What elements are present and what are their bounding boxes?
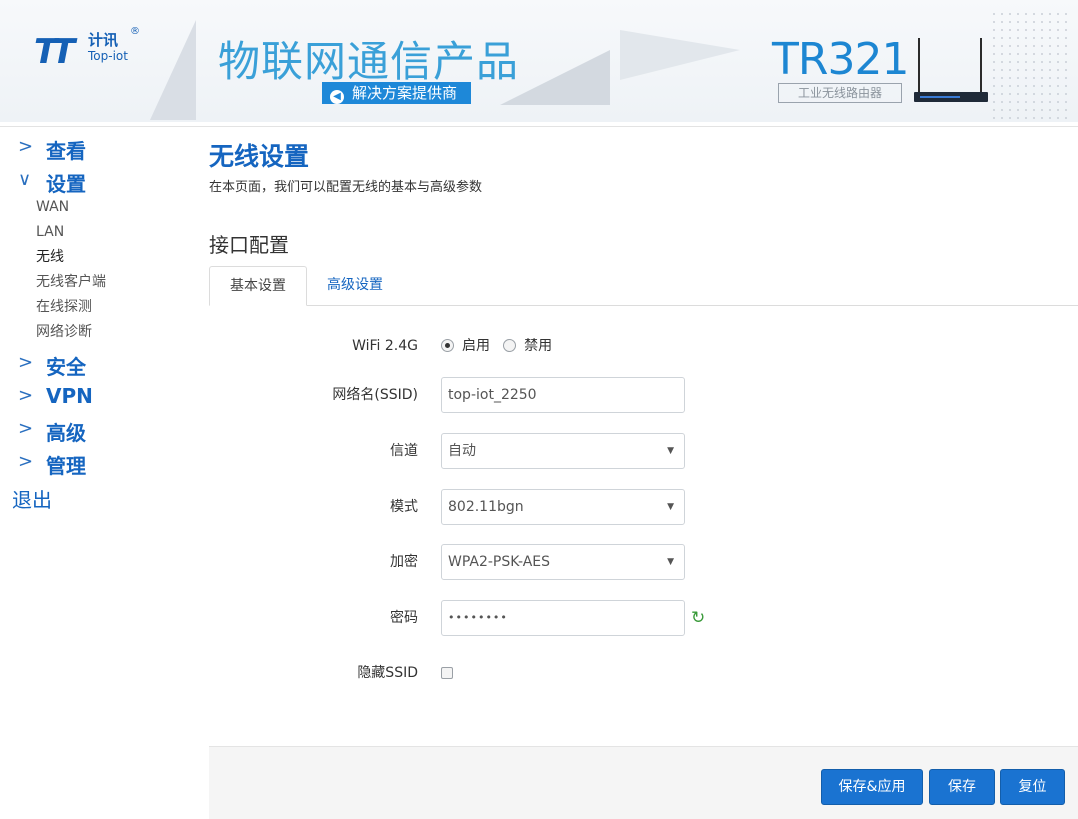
sidebar-group-settings[interactable]: ∨ 设置 bbox=[0, 165, 190, 198]
tab-advanced-settings[interactable]: 高级设置 bbox=[327, 266, 383, 306]
logo-english-name: Top-iot bbox=[88, 49, 128, 63]
chevron-right-icon: > bbox=[18, 385, 34, 406]
channel-row: 信道 自动 ▼ bbox=[209, 433, 1078, 469]
sidebar-item-wireless-client[interactable]: 无线客户端 bbox=[36, 273, 190, 298]
ssid-row: 网络名(SSID) top-iot_2250 bbox=[209, 377, 1078, 413]
encryption-select[interactable]: WPA2-PSK-AES ▼ bbox=[441, 544, 685, 580]
encryption-row: 加密 WPA2-PSK-AES ▼ bbox=[209, 544, 1078, 580]
sidebar-item-network-diagnosis[interactable]: 网络诊断 bbox=[36, 323, 190, 348]
sidebar-group-label: 设置 bbox=[46, 172, 86, 196]
channel-select[interactable]: 自动 ▼ bbox=[441, 433, 685, 469]
wifi-disable-label: 禁用 bbox=[524, 338, 553, 354]
logout-link[interactable]: 退出 bbox=[12, 484, 190, 513]
tagline-text: 解决方案提供商 bbox=[352, 84, 458, 102]
sidebar-group-label: 高级 bbox=[46, 421, 86, 445]
encryption-value: WPA2-PSK-AES bbox=[448, 554, 551, 570]
product-type: 工业无线路由器 bbox=[778, 83, 902, 103]
chevron-down-icon: ▼ bbox=[667, 502, 674, 512]
page-description: 在本页面，我们可以配置无线的基本与高级参数 bbox=[209, 180, 483, 195]
hide-ssid-checkbox[interactable] bbox=[441, 667, 453, 679]
sidebar-item-online-detect[interactable]: 在线探测 bbox=[36, 298, 190, 323]
wifi-enable-radio[interactable] bbox=[441, 339, 454, 352]
mode-select[interactable]: 802.11bgn ▼ bbox=[441, 489, 685, 525]
sidebar-group-view[interactable]: > 查看 bbox=[0, 132, 190, 165]
ssid-label: 网络名(SSID) bbox=[332, 387, 418, 403]
encryption-label: 加密 bbox=[390, 554, 418, 570]
sidebar-group-vpn[interactable]: > VPN bbox=[0, 381, 190, 414]
sidebar-group-label: 安全 bbox=[46, 355, 86, 379]
sidebar-group-security[interactable]: > 安全 bbox=[0, 348, 190, 381]
mode-value: 802.11bgn bbox=[448, 499, 524, 515]
password-input[interactable]: •••••••• bbox=[441, 600, 685, 636]
chevron-right-icon: > bbox=[18, 136, 34, 157]
sidebar-group-label: VPN bbox=[46, 384, 93, 408]
channel-label: 信道 bbox=[390, 443, 418, 459]
sidebar-item-wireless[interactable]: 无线 bbox=[36, 248, 190, 273]
sidebar-item-wan[interactable]: WAN bbox=[36, 198, 190, 223]
logo-chinese-name: 计讯 bbox=[88, 31, 119, 49]
decor-triangle-left bbox=[150, 20, 196, 120]
chevron-down-icon: ▼ bbox=[667, 446, 674, 456]
logo-mark-icon: TT bbox=[34, 32, 75, 72]
sidebar-group-advanced[interactable]: > 高级 bbox=[0, 414, 190, 447]
wifi-disable-radio[interactable] bbox=[503, 339, 517, 352]
channel-value: 自动 bbox=[448, 443, 476, 459]
wifi-row: WiFi 2.4G 启用 禁用 bbox=[209, 328, 1078, 364]
tab-basic-settings[interactable]: 基本设置 bbox=[209, 266, 307, 306]
password-row: 密码 •••••••• ↻ bbox=[209, 600, 1078, 636]
mode-row: 模式 802.11bgn ▼ bbox=[209, 489, 1078, 525]
sidebar-group-label: 管理 bbox=[46, 454, 86, 478]
chevron-right-icon: > bbox=[18, 418, 34, 439]
chevron-down-icon: ∨ bbox=[18, 169, 32, 190]
hide-ssid-row: 隐藏SSID bbox=[209, 655, 1078, 691]
wifi-enable-label: 启用 bbox=[462, 338, 490, 354]
wifi-radio-group: 启用 禁用 bbox=[441, 328, 560, 364]
password-label: 密码 bbox=[390, 610, 418, 626]
refresh-reveal-icon[interactable]: ↻ bbox=[691, 609, 705, 627]
play-icon: ◀ bbox=[330, 90, 344, 104]
main-content: 无线设置 在本页面，我们可以配置无线的基本与高级参数 接口配置 基本设置 高级设… bbox=[209, 140, 1078, 681]
banner-divider bbox=[0, 126, 1078, 127]
reset-button[interactable]: 复位 bbox=[1000, 769, 1065, 805]
page-title: 无线设置 bbox=[209, 142, 310, 171]
chevron-right-icon: > bbox=[18, 352, 34, 373]
sidebar-group-management[interactable]: > 管理 bbox=[0, 447, 190, 480]
decor-triangle-right bbox=[620, 30, 740, 80]
sidebar-group-label: 查看 bbox=[46, 139, 86, 163]
decor-dots bbox=[990, 10, 1070, 120]
section-title: 接口配置 bbox=[209, 233, 289, 257]
wifi-label: WiFi 2.4G bbox=[352, 338, 418, 354]
settings-submenu: WAN LAN 无线 无线客户端 在线探测 网络诊断 bbox=[36, 198, 190, 348]
header-banner: TT 计讯 ® Top-iot 物联网通信产品 ◀ 解决方案提供商 TR321 工… bbox=[0, 0, 1078, 122]
router-image-icon bbox=[914, 38, 988, 104]
save-button[interactable]: 保存 bbox=[929, 769, 995, 805]
sidebar-nav: > 查看 ∨ 设置 WAN LAN 无线 无线客户端 在线探测 网络诊断 > 安… bbox=[0, 132, 190, 513]
sidebar-item-lan[interactable]: LAN bbox=[36, 223, 190, 248]
product-model: TR321 bbox=[772, 34, 909, 85]
brand-logo: TT 计讯 ® Top-iot bbox=[34, 26, 144, 74]
banner-headline: 物联网通信产品 bbox=[218, 37, 520, 86]
chevron-down-icon: ▼ bbox=[667, 557, 674, 567]
banner-tagline: ◀ 解决方案提供商 bbox=[322, 82, 472, 104]
save-apply-button[interactable]: 保存&应用 bbox=[821, 769, 923, 805]
hide-ssid-label: 隐藏SSID bbox=[357, 665, 418, 681]
mode-label: 模式 bbox=[390, 499, 418, 515]
action-bar: 保存&应用 保存 复位 bbox=[209, 746, 1078, 819]
ssid-input[interactable]: top-iot_2250 bbox=[441, 377, 685, 413]
registered-mark: ® bbox=[130, 26, 140, 37]
chevron-right-icon: > bbox=[18, 451, 34, 472]
tab-bar: 基本设置 高级设置 bbox=[209, 266, 1078, 306]
